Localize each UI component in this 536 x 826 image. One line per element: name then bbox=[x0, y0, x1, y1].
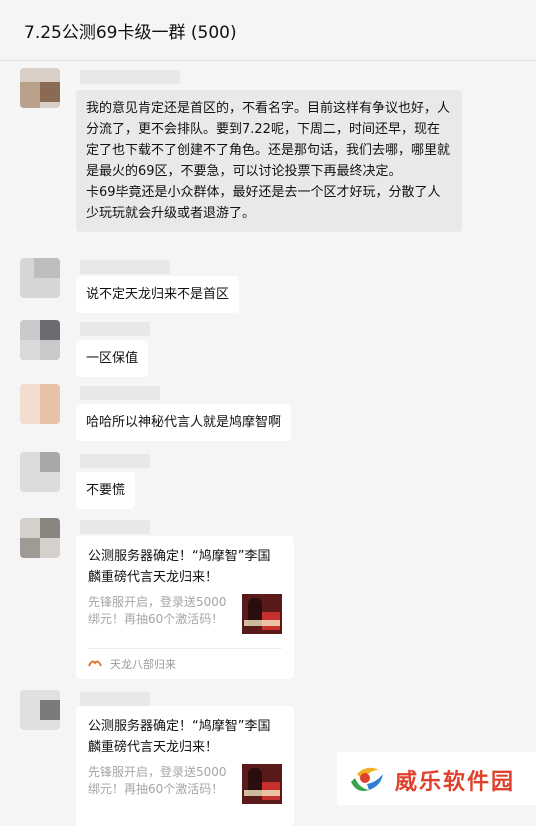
card-thumbnail-image bbox=[242, 764, 282, 804]
sender-name-blurred bbox=[80, 322, 150, 336]
source-app-icon bbox=[88, 660, 102, 667]
watermark-logo-icon bbox=[351, 767, 383, 791]
message-text: 卡69毕竟还是小众群体，最好还是去一个区才好玩，分散了人少玩玩就会升级或者退游了… bbox=[86, 185, 441, 221]
message-text: 说不定天龙归来不是首区 bbox=[86, 287, 230, 302]
avatar[interactable] bbox=[20, 690, 60, 730]
message-bubble[interactable]: 说不定天龙归来不是首区 bbox=[76, 276, 240, 313]
message-bubble[interactable]: 一区保值 bbox=[76, 340, 149, 377]
message-text: 一区保值 bbox=[86, 351, 139, 366]
message-text: 哈哈所以神秘代言人就是鸠摩智啊 bbox=[86, 415, 282, 430]
sender-name-blurred bbox=[80, 520, 150, 534]
sender-name-blurred bbox=[80, 454, 150, 468]
avatar[interactable] bbox=[20, 452, 60, 492]
avatar[interactable] bbox=[20, 384, 60, 424]
watermark-text: 威乐软件园 bbox=[395, 769, 516, 795]
watermark: 威乐软件园 bbox=[337, 752, 536, 805]
sender-name-blurred bbox=[80, 386, 160, 400]
avatar[interactable] bbox=[20, 258, 60, 298]
card-description: 先锋服开启，登录送5000绑元！再抽60个激活码！ bbox=[88, 765, 227, 796]
card-body: 先锋服开启，登录送5000绑元！再抽60个激活码！ bbox=[88, 764, 282, 814]
card-title: 公测服务器确定！“鸠摩智”李国麟重磅代言天龙归来！ bbox=[88, 549, 271, 585]
link-card[interactable]: 公测服务器确定！“鸠摩智”李国麟重磅代言天龙归来！ 先锋服开启，登录送5000绑… bbox=[76, 706, 294, 826]
sender-name-blurred bbox=[80, 260, 170, 274]
sender-name-blurred bbox=[80, 692, 150, 706]
chat-title: 7.25公测69卡级一群 (500) bbox=[24, 23, 237, 43]
card-source-label: 天龙八部归来 bbox=[110, 658, 176, 671]
card-footer: 天龙八部归来 bbox=[88, 648, 282, 679]
card-thumbnail-image bbox=[242, 594, 282, 634]
avatar[interactable] bbox=[20, 68, 60, 108]
message-bubble[interactable]: 哈哈所以神秘代言人就是鸠摩智啊 bbox=[76, 404, 292, 441]
message-bubble[interactable]: 我的意见肯定还是首区的，不看名字。目前这样有争议也好，人分流了，更不会排队。要到… bbox=[76, 90, 462, 232]
card-title: 公测服务器确定！“鸠摩智”李国麟重磅代言天龙归来！ bbox=[88, 719, 271, 755]
card-description: 先锋服开启，登录送5000绑元！再抽60个激活码！ bbox=[88, 595, 227, 626]
message-bubble[interactable]: 不要慌 bbox=[76, 472, 136, 509]
avatar[interactable] bbox=[20, 518, 60, 558]
chat-title-bar: 7.25公测69卡级一群 (500) bbox=[0, 0, 536, 61]
card-body: 先锋服开启，登录送5000绑元！再抽60个激活码！ bbox=[88, 594, 282, 644]
message-text: 我的意见肯定还是首区的，不看名字。目前这样有争议也好，人分流了，更不会排队。要到… bbox=[86, 101, 451, 179]
message-text: 不要慌 bbox=[86, 483, 126, 498]
sender-name-blurred bbox=[80, 70, 180, 84]
link-card[interactable]: 公测服务器确定！“鸠摩智”李国麟重磅代言天龙归来！ 先锋服开启，登录送5000绑… bbox=[76, 536, 294, 679]
avatar[interactable] bbox=[20, 320, 60, 360]
